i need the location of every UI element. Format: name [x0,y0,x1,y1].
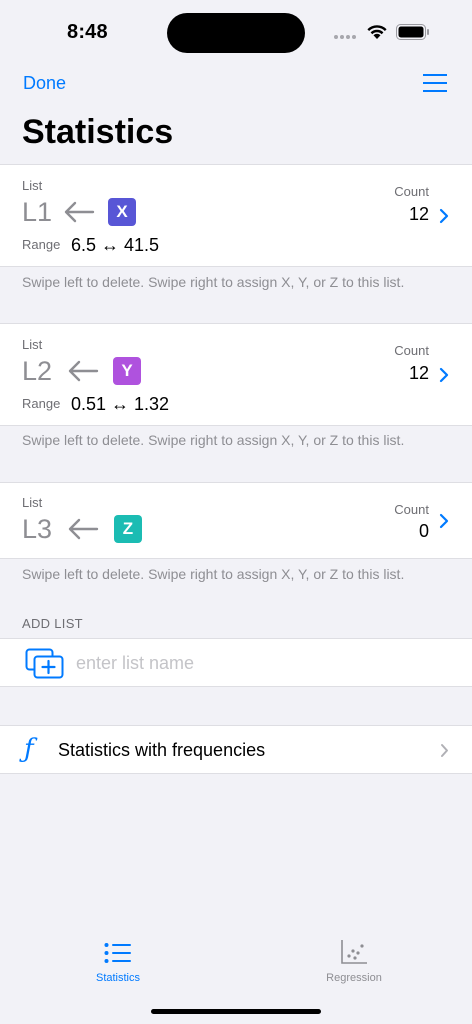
add-list-section-label: ADD LIST [22,616,83,631]
axis-badge-z: Z [114,515,142,543]
list-row-l3[interactable]: List L3 Z Count 0 [0,482,472,559]
chevron-right-icon [439,208,449,224]
page-title: Statistics [22,113,174,151]
list-caption: List [22,495,43,510]
count-value: 0 [418,521,429,541]
swipe-hint: Swipe left to delete. Swipe right to ass… [22,274,405,290]
tab-label: Regression [326,972,382,984]
list-name-input[interactable] [76,651,446,675]
chevron-right-icon [439,513,449,529]
list-name: L3 [22,514,53,544]
list-row-l2[interactable]: List L2 Y Range 0.51 ↔ 1.32 Count 12 [0,323,472,426]
add-list-icon[interactable] [25,648,65,680]
chevron-right-icon [441,744,448,757]
count-label: Count [394,502,429,517]
range-value: 0.51 ↔ 1.32 [71,394,170,414]
range-label: Range [22,237,61,252]
tab-statistics[interactable]: Statistics [58,930,178,990]
status-bar: 8:48 [0,0,472,64]
home-indicator [151,1009,321,1014]
battery-icon [396,24,429,40]
tab-label: Statistics [95,972,140,984]
range-label: Range [22,396,61,411]
count-value: 12 [408,363,429,383]
count-label: Count [394,343,429,358]
list-row-l1[interactable]: List L1 X Range 6.5 ↔ 41.5 Count 12 [0,164,472,267]
status-time: 8:48 [67,21,108,43]
wifi-icon [367,25,387,39]
range-value: 6.5 ↔ 41.5 [71,235,160,255]
navigation-bar: Done [0,64,472,104]
menu-icon[interactable] [423,72,447,94]
add-list-row [0,638,472,687]
scatter-chart-icon [341,940,367,964]
tab-regression[interactable]: Regression [294,930,414,990]
dynamic-island [167,13,305,53]
swipe-hint: Swipe left to delete. Swipe right to ass… [22,566,405,582]
chevron-right-icon [439,367,449,383]
list-bullet-icon [104,943,131,963]
statistics-with-frequencies-label: Statistics with frequencies [58,740,266,760]
done-button[interactable]: Done [23,73,66,94]
function-icon: ƒ [24,734,34,764]
arrow-left-icon [68,360,99,382]
list-caption: List [22,337,43,352]
arrow-left-icon [64,201,95,223]
axis-badge-y: Y [113,357,141,385]
axis-badge-x: X [108,198,136,226]
cellular-signal-icon [334,35,356,39]
arrow-left-icon [68,518,99,540]
count-value: 12 [408,204,429,224]
count-label: Count [394,184,429,199]
list-name: L2 [22,356,53,386]
statistics-with-frequencies-row[interactable]: ƒ Statistics with frequencies [0,725,472,774]
swipe-hint: Swipe left to delete. Swipe right to ass… [22,432,405,448]
list-caption: List [22,178,43,193]
list-name: L1 [22,197,53,227]
